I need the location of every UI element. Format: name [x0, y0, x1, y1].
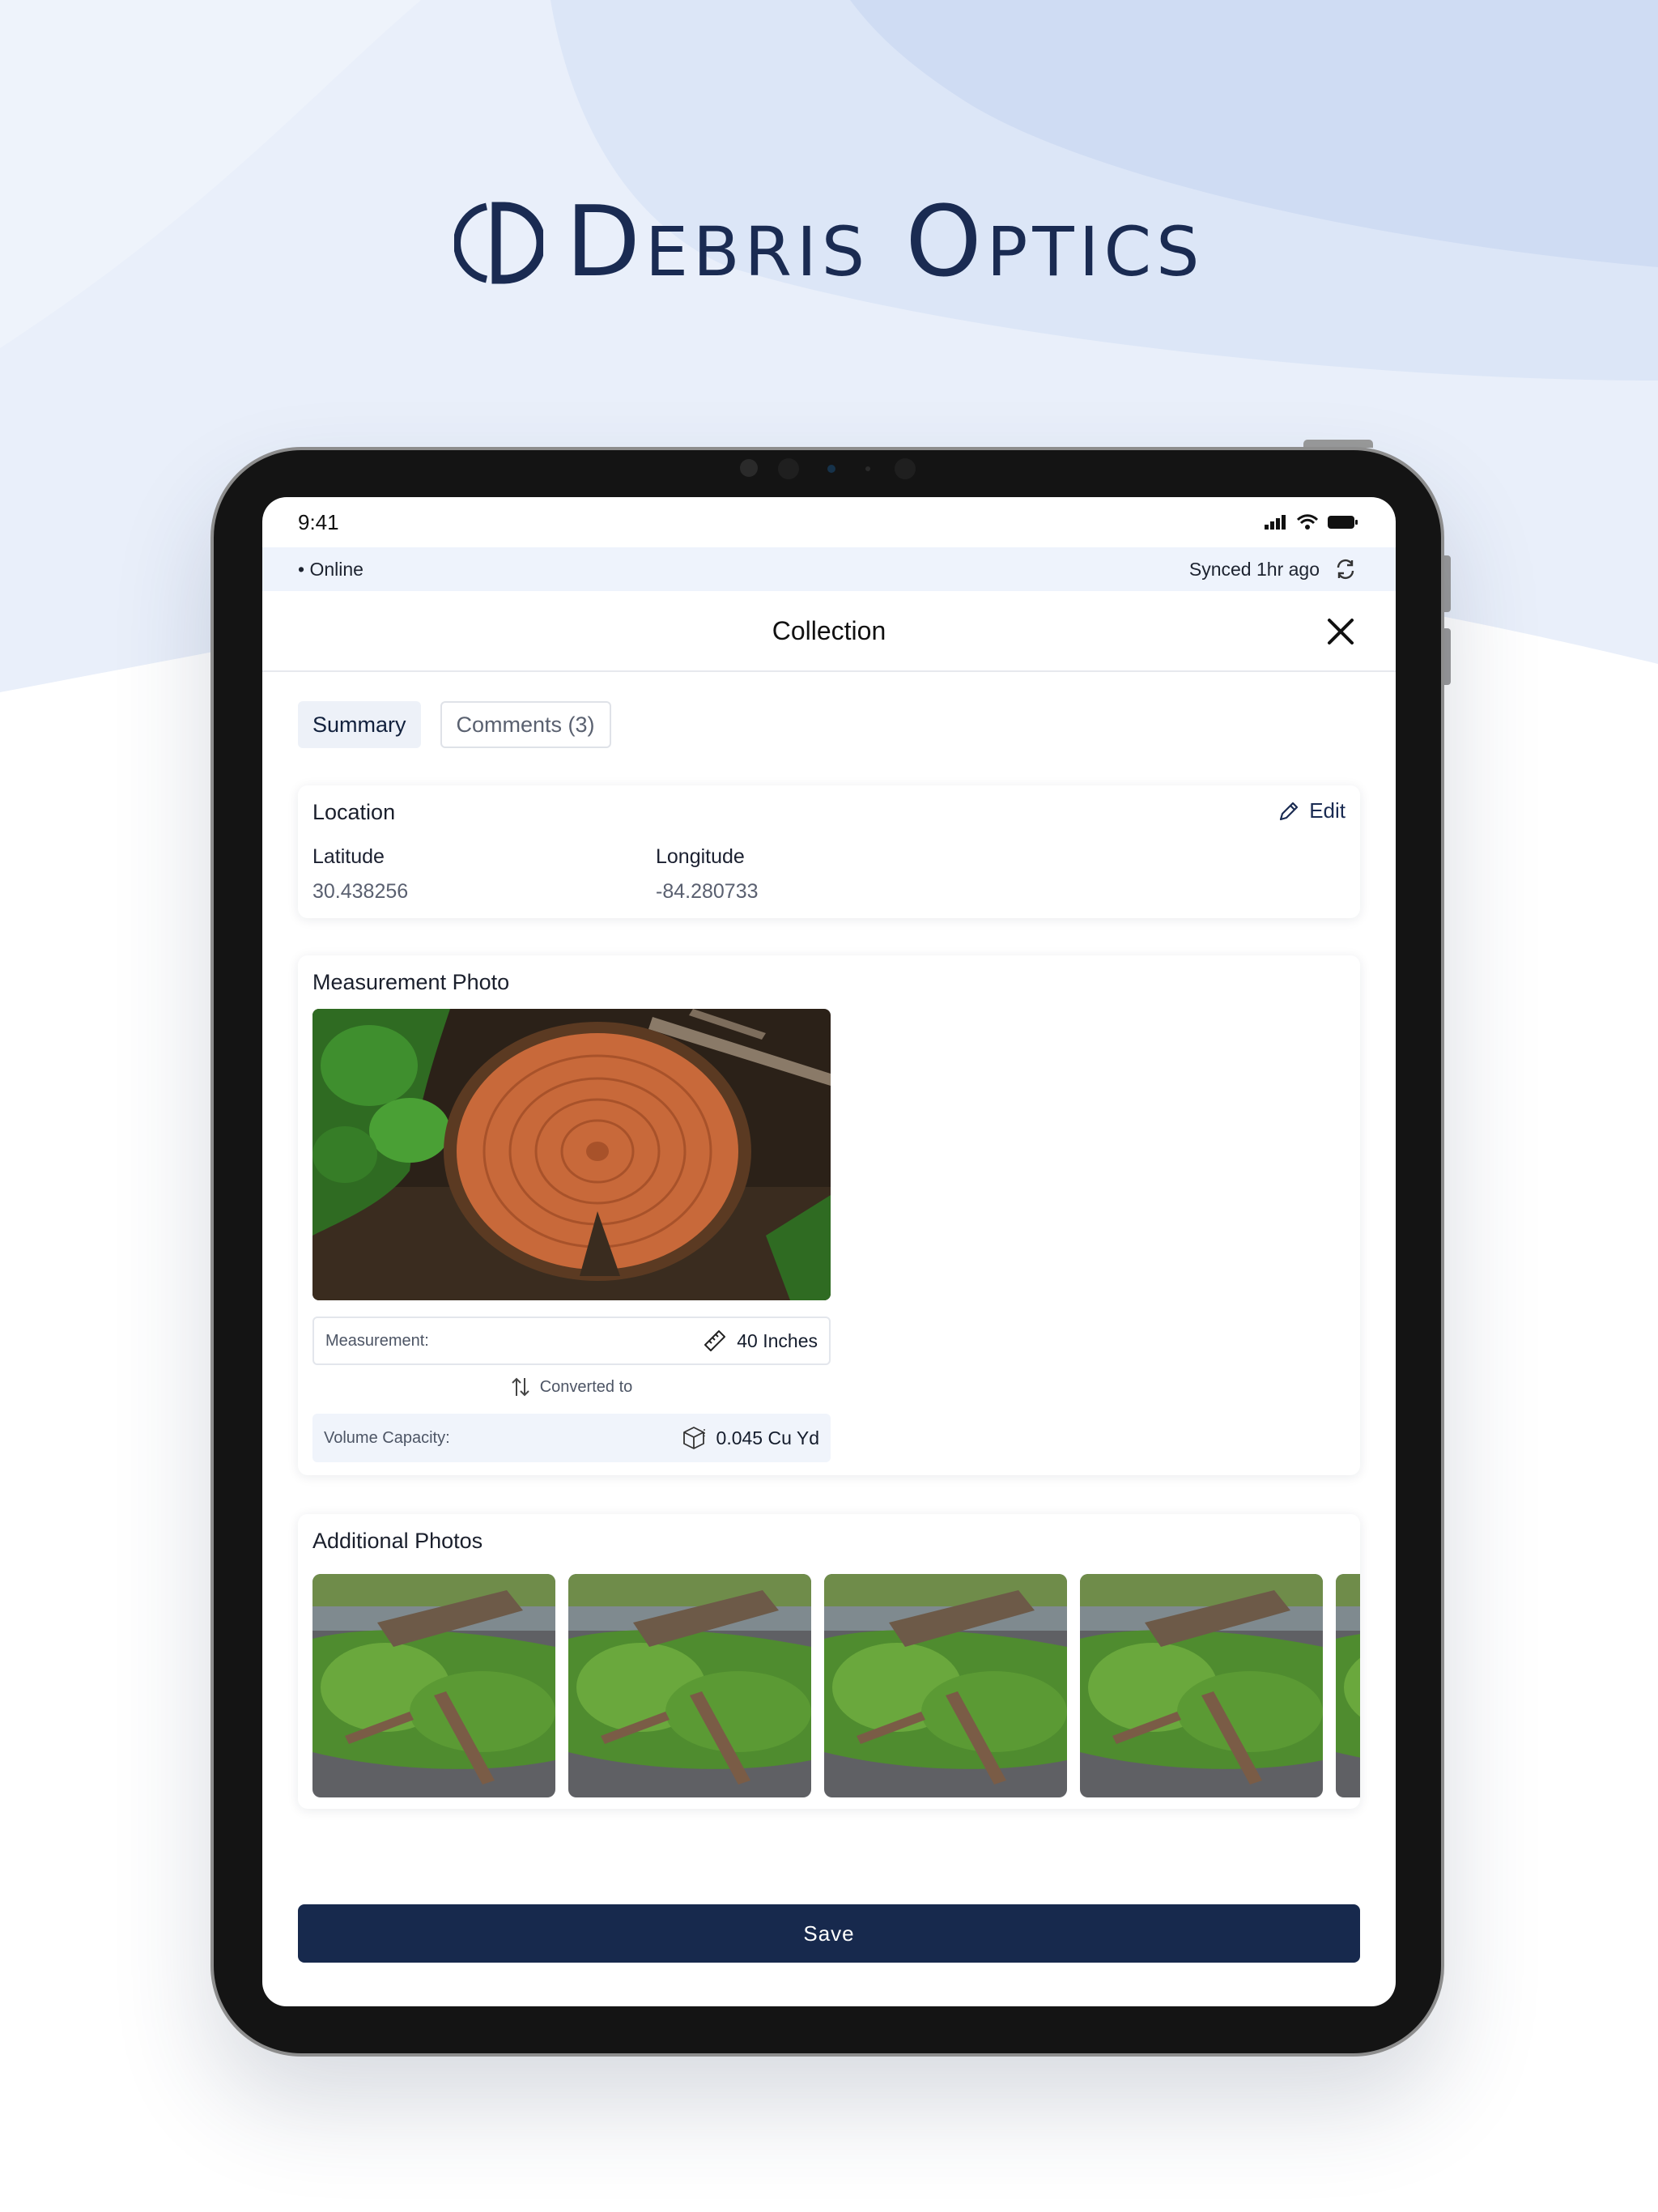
measurement-value: 40 Inches: [737, 1329, 818, 1351]
save-button[interactable]: Save: [298, 1904, 1360, 1963]
longitude-label: Longitude: [656, 845, 745, 868]
additional-photo[interactable]: [1080, 1574, 1323, 1797]
tab-summary[interactable]: Summary: [298, 701, 421, 748]
camera-indicator: [827, 465, 835, 473]
camera-flash: [895, 458, 916, 479]
edit-label: Edit: [1309, 798, 1346, 823]
additional-photo[interactable]: [1336, 1574, 1360, 1797]
camera-sensor-small: [865, 466, 870, 471]
edit-location-button[interactable]: Edit: [1278, 798, 1346, 823]
app-screen: 9:41 • Online Synced 1hr ago Collection …: [262, 497, 1396, 2006]
latitude-value: 30.438256: [312, 880, 409, 903]
additional-photo[interactable]: [824, 1574, 1067, 1797]
camera-lens: [778, 458, 799, 479]
close-icon[interactable]: [1326, 617, 1355, 646]
sync-status: Synced 1hr ago: [1188, 558, 1320, 580]
measurement-label: Measurement:: [325, 1331, 429, 1350]
refresh-icon[interactable]: [1334, 558, 1357, 581]
swap-arrows-icon: [512, 1377, 529, 1397]
tab-bar: Summary Comments (3): [262, 672, 1396, 748]
device-volume-down: [1444, 628, 1451, 685]
cube-icon: [682, 1427, 705, 1449]
volume-row: Volume Capacity: 0.045 Cu Yd: [312, 1414, 831, 1462]
device-volume-up: [1444, 555, 1451, 612]
pencil-icon: [1280, 802, 1299, 820]
longitude-value: -84.280733: [656, 880, 759, 903]
latitude-field: Latitude 30.438256: [312, 845, 408, 904]
measurement-row: Measurement: 40 Inches: [312, 1317, 831, 1365]
additional-photos-title: Additional Photos: [312, 1529, 483, 1553]
additional-photo[interactable]: [312, 1574, 555, 1797]
additional-photo[interactable]: [568, 1574, 811, 1797]
volume-value: 0.045 Cu Yd: [716, 1427, 819, 1448]
sync-bar: • Online Synced 1hr ago: [262, 547, 1396, 591]
converted-label: Converted to: [539, 1377, 633, 1396]
status-icons: [1265, 514, 1358, 530]
collection-header: Collection: [262, 591, 1396, 672]
debris-optics-logo-icon: [453, 202, 543, 283]
photo-strip: [312, 1574, 1360, 1797]
signal-icon: [1265, 515, 1286, 530]
brand-header: Debris Optics: [0, 186, 1658, 299]
measurement-card: Measurement Photo Measurement: 40 Inches…: [298, 955, 1360, 1475]
battery-icon: [1328, 516, 1358, 529]
wifi-icon: [1297, 514, 1318, 530]
brand-name: Debris Optics: [565, 186, 1205, 299]
connection-status: • Online: [298, 558, 363, 580]
ruler-icon: [704, 1330, 726, 1351]
tree-stump-image: [312, 1009, 831, 1300]
volume-label: Volume Capacity:: [324, 1428, 450, 1447]
measurement-title: Measurement Photo: [312, 970, 510, 994]
tab-comments[interactable]: Comments (3): [440, 701, 611, 748]
converted-to-indicator: Converted to: [312, 1376, 831, 1397]
measurement-photo[interactable]: [312, 1009, 831, 1300]
longitude-field: Longitude -84.280733: [656, 845, 759, 904]
additional-photos-card: Additional Photos: [298, 1514, 1360, 1809]
latitude-label: Latitude: [312, 845, 385, 868]
location-title: Location: [312, 800, 396, 824]
location-card: Location Edit Latitude 30.438256 Longitu…: [298, 785, 1360, 918]
status-bar: 9:41: [262, 497, 1396, 547]
page-title: Collection: [772, 615, 886, 645]
camera-sensor: [740, 459, 758, 477]
status-time: 9:41: [298, 509, 339, 534]
